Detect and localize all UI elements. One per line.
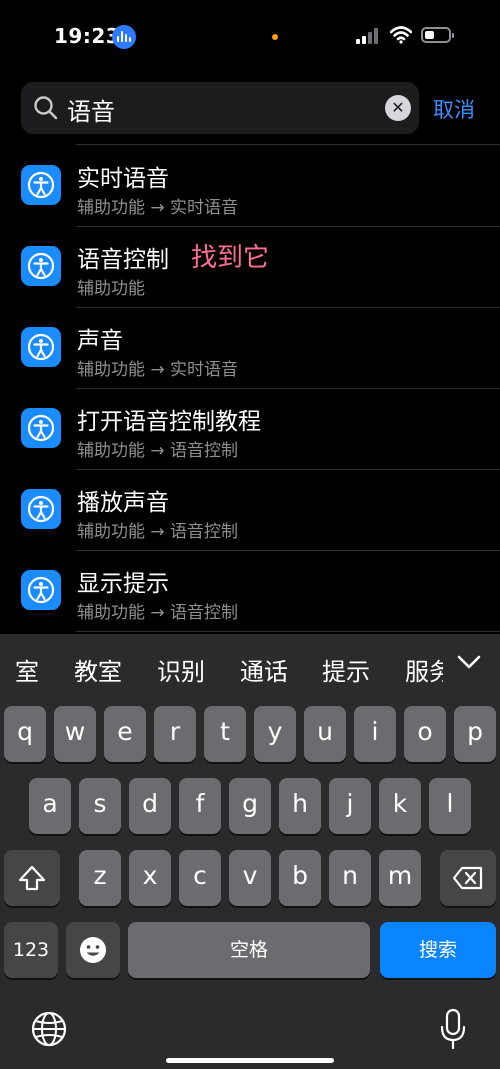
key-k[interactable]: k xyxy=(379,778,421,834)
key-x[interactable]: x xyxy=(129,850,171,906)
backspace-key[interactable] xyxy=(440,850,496,906)
result-subtitle: 辅助功能 → 语音控制 xyxy=(77,441,239,461)
emoji-icon xyxy=(80,937,106,963)
key-j[interactable]: j xyxy=(329,778,371,834)
key-n[interactable]: n xyxy=(329,850,371,906)
voice-activity-icon[interactable] xyxy=(112,25,136,49)
key-h[interactable]: h xyxy=(279,778,321,834)
wifi-icon xyxy=(390,26,412,44)
key-q[interactable]: q xyxy=(4,706,46,762)
search-key[interactable]: 搜索 xyxy=(380,922,496,978)
microphone-icon[interactable] xyxy=(438,1008,468,1050)
suggestion-item[interactable]: 识别 xyxy=(157,652,205,687)
handwritten-annotation: 找到它 xyxy=(191,243,270,273)
accessibility-icon xyxy=(21,165,61,205)
home-indicator[interactable] xyxy=(166,1058,334,1063)
key-u[interactable]: u xyxy=(304,706,346,762)
key-c[interactable]: c xyxy=(179,850,221,906)
privacy-indicator-dot xyxy=(272,34,278,40)
result-item[interactable]: 显示提示 辅助功能 → 语音控制 xyxy=(0,550,500,631)
accessibility-icon xyxy=(21,489,61,529)
accessibility-icon xyxy=(21,570,61,610)
accessibility-icon xyxy=(21,246,61,286)
key-l[interactable]: l xyxy=(429,778,471,834)
emoji-key[interactable] xyxy=(66,922,120,978)
chevron-down-icon[interactable] xyxy=(455,650,483,674)
key-o[interactable]: o xyxy=(404,706,446,762)
suggestion-item[interactable]: 教室 xyxy=(74,652,122,687)
result-subtitle: 辅助功能 → 语音控制 xyxy=(77,522,239,542)
result-item[interactable]: 实时语音 辅助功能 → 实时语音 xyxy=(0,145,500,226)
result-subtitle: 辅助功能 → 实时语音 xyxy=(77,360,239,380)
globe-icon[interactable] xyxy=(30,1010,68,1048)
suggestion-item[interactable]: 服务 xyxy=(405,652,443,687)
key-y[interactable]: y xyxy=(254,706,296,762)
key-b[interactable]: b xyxy=(279,850,321,906)
suggestion-item[interactable]: 提示 xyxy=(322,652,370,687)
search-field[interactable]: 语音 ✕ xyxy=(21,82,419,134)
result-title: 实时语音 xyxy=(77,166,169,192)
result-subtitle: 辅助功能 → 语音控制 xyxy=(77,603,239,623)
status-bar: 19:23 xyxy=(0,0,500,72)
suggestion-item[interactable]: 室 xyxy=(15,652,39,687)
key-g[interactable]: g xyxy=(229,778,271,834)
battery-icon xyxy=(421,27,454,43)
cellular-signal-icon xyxy=(356,28,380,44)
key-t[interactable]: t xyxy=(204,706,246,762)
result-title: 播放声音 xyxy=(77,490,169,516)
key-m[interactable]: m xyxy=(379,850,421,906)
space-key[interactable]: 空格 xyxy=(128,922,370,978)
result-item[interactable]: 声音 辅助功能 → 实时语音 xyxy=(0,307,500,388)
key-v[interactable]: v xyxy=(229,850,271,906)
result-subtitle: 辅助功能 → 实时语音 xyxy=(77,198,239,218)
key-p[interactable]: p xyxy=(454,706,496,762)
key-f[interactable]: f xyxy=(179,778,221,834)
result-title: 语音控制 xyxy=(77,247,169,273)
cancel-button[interactable]: 取消 xyxy=(433,94,475,124)
backspace-icon xyxy=(452,866,483,890)
divider xyxy=(76,631,500,632)
search-input[interactable]: 语音 xyxy=(67,92,115,127)
accessibility-icon xyxy=(21,408,61,448)
search-icon xyxy=(34,96,58,120)
result-item[interactable]: 播放声音 辅助功能 → 语音控制 xyxy=(0,469,500,550)
shift-key[interactable] xyxy=(4,850,60,906)
status-time: 19:23 xyxy=(54,24,121,48)
key-w[interactable]: w xyxy=(54,706,96,762)
key-z[interactable]: z xyxy=(79,850,121,906)
result-subtitle: 辅助功能 xyxy=(77,279,145,299)
shift-icon xyxy=(18,865,46,891)
clear-icon[interactable]: ✕ xyxy=(385,95,411,121)
key-e[interactable]: e xyxy=(104,706,146,762)
key-i[interactable]: i xyxy=(354,706,396,762)
key-r[interactable]: r xyxy=(154,706,196,762)
suggestion-item[interactable]: 通话 xyxy=(240,652,288,687)
accessibility-icon xyxy=(21,327,61,367)
key-d[interactable]: d xyxy=(129,778,171,834)
result-title: 打开语音控制教程 xyxy=(77,409,261,435)
result-title: 声音 xyxy=(77,328,123,354)
keyboard: 室 教室 识别 通话 提示 服务 q w e r t y u i o p a s… xyxy=(0,634,500,1069)
result-title: 显示提示 xyxy=(77,571,169,597)
numbers-key[interactable]: 123 xyxy=(4,922,58,978)
key-a[interactable]: a xyxy=(29,778,71,834)
result-item[interactable]: 打开语音控制教程 辅助功能 → 语音控制 xyxy=(0,388,500,469)
key-s[interactable]: s xyxy=(79,778,121,834)
